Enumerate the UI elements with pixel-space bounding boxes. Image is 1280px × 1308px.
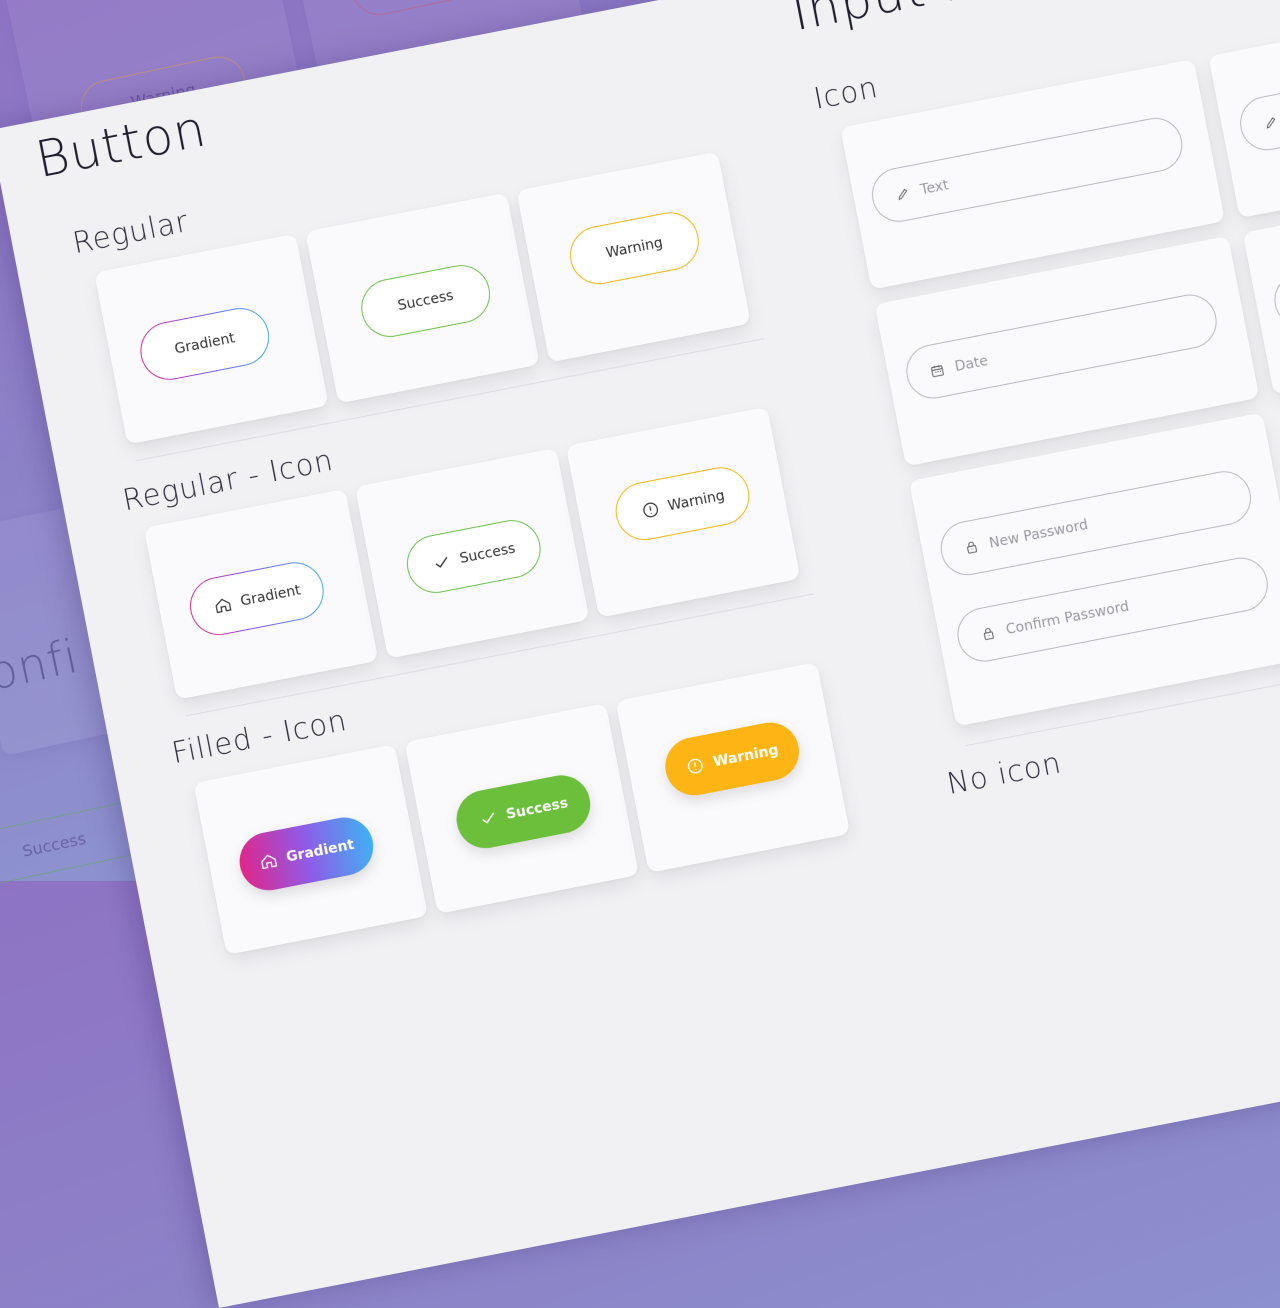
filled-warning-button[interactable]: Warning xyxy=(660,717,804,801)
lock-icon xyxy=(962,538,981,557)
check-icon xyxy=(430,551,453,574)
lock-icon xyxy=(979,624,998,643)
filled-success-button[interactable]: Success xyxy=(451,770,596,854)
button-card: Gradient xyxy=(193,744,428,955)
regular-heading: Regular xyxy=(69,204,192,260)
button-card: Gradient xyxy=(94,233,329,445)
text-field-alt[interactable] xyxy=(1235,41,1280,155)
home-icon xyxy=(211,594,234,617)
gradient-button[interactable]: Gradient xyxy=(135,303,275,385)
button-card: Warning xyxy=(516,151,751,363)
alert-circle-icon xyxy=(684,754,707,777)
pencil-icon xyxy=(894,185,913,204)
warning-alert-button[interactable]: Warning xyxy=(610,462,755,546)
alert-circle-icon xyxy=(639,498,662,521)
date-field[interactable]: Date xyxy=(901,289,1222,404)
confirm-password-field[interactable]: Confirm Password xyxy=(952,553,1273,667)
success-button[interactable]: Success xyxy=(356,260,495,342)
icon-heading: Icon xyxy=(811,70,881,116)
gradient-home-button[interactable]: Gradient xyxy=(185,557,329,641)
button-card: Success xyxy=(354,447,590,659)
check-icon xyxy=(477,807,500,830)
date-field-alt[interactable] xyxy=(1269,218,1280,332)
input-card xyxy=(1208,0,1280,219)
button-card: Warning xyxy=(565,406,801,618)
home-icon xyxy=(257,850,280,873)
button-card: Success xyxy=(404,703,640,914)
success-check-button[interactable]: Success xyxy=(401,515,546,598)
design-sheet: Button Regular Gradient Success Warning … xyxy=(0,0,1280,1308)
filled-gradient-button[interactable]: Gradient xyxy=(234,812,379,896)
text-field[interactable]: Text xyxy=(867,113,1187,227)
pencil-icon xyxy=(1262,113,1280,132)
input-section-title: Input Field & TextF xyxy=(787,0,1270,42)
input-card: New Password Confirm Password xyxy=(908,412,1280,727)
warning-button[interactable]: Warning xyxy=(565,207,704,290)
button-card: Success xyxy=(305,192,540,404)
calendar-icon xyxy=(928,361,947,380)
button-card: Gradient xyxy=(143,488,379,700)
button-card: Warning xyxy=(615,662,851,873)
no-icon-heading: No icon xyxy=(944,745,1065,802)
